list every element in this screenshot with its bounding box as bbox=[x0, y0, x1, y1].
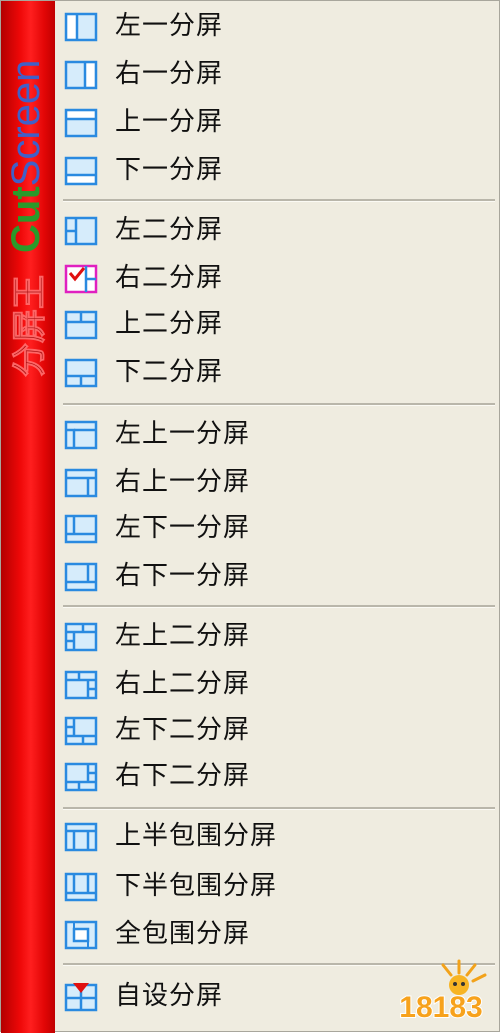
brand-logo: CutScreen 分屏王 bbox=[4, 60, 51, 378]
menu-item-label: 左上一分屏 bbox=[115, 419, 251, 449]
menu-item-label: 下半包围分屏 bbox=[115, 871, 278, 901]
watermark-logo: 18183 bbox=[398, 959, 487, 1025]
menu-item-label: 下二分屏 bbox=[115, 357, 224, 387]
menu-item-top-left-1[interactable]: 左上一分屏 bbox=[55, 411, 499, 457]
menu-item-top-left-2[interactable]: 左上二分屏 bbox=[55, 613, 499, 659]
menu-item-left-2[interactable]: 左二分屏 bbox=[55, 207, 499, 253]
menu-item-bottom-half-wrap[interactable]: 下半包围分屏 bbox=[55, 863, 499, 909]
menu-items: 左一分屏右一分屏上一分屏下一分屏左二分屏右二分屏上二分屏下二分屏左上一分屏右上一… bbox=[55, 1, 499, 1031]
menu-item-bottom-left-2[interactable]: 左下二分屏 bbox=[55, 707, 499, 753]
brand-sidebar: CutScreen 分屏王 bbox=[1, 1, 55, 1033]
split-custom-icon bbox=[63, 981, 99, 1013]
split-top-half-wrap-icon bbox=[63, 821, 99, 853]
menu-separator bbox=[63, 199, 495, 202]
svg-text:分屏王: 分屏王 bbox=[10, 275, 50, 377]
menu-item-left-1[interactable]: 左一分屏 bbox=[55, 3, 499, 49]
split-bottom-left-one-icon bbox=[63, 513, 99, 545]
split-right-two-icon bbox=[63, 263, 99, 295]
split-top-one-icon bbox=[63, 107, 99, 139]
split-bottom-left-two-icon bbox=[63, 715, 99, 747]
split-bottom-one-icon bbox=[63, 155, 99, 187]
menu-item-top-half-wrap[interactable]: 上半包围分屏 bbox=[55, 813, 499, 859]
menu-item-label: 左一分屏 bbox=[115, 11, 224, 41]
menu-item-label: 右下一分屏 bbox=[115, 561, 251, 591]
menu-item-label: 下一分屏 bbox=[115, 155, 224, 185]
menu-item-bottom-right-2[interactable]: 右下二分屏 bbox=[55, 753, 499, 799]
menu-item-top-2[interactable]: 上二分屏 bbox=[55, 301, 499, 347]
split-top-two-icon bbox=[63, 309, 99, 341]
menu-item-label: 左上二分屏 bbox=[115, 621, 251, 651]
menu-item-right-1[interactable]: 右一分屏 bbox=[55, 51, 499, 97]
menu-item-label: 右上二分屏 bbox=[115, 669, 251, 699]
brand-text-cut: CutScreen bbox=[4, 60, 48, 253]
split-bottom-right-two-icon bbox=[63, 761, 99, 793]
brand-chinese-logo: 分屏王 bbox=[10, 275, 51, 378]
menu-item-label: 右一分屏 bbox=[115, 59, 224, 89]
menu-item-label: 上一分屏 bbox=[115, 107, 224, 137]
menu-item-label: 上半包围分屏 bbox=[115, 821, 278, 851]
menu-item-bottom-1[interactable]: 下一分屏 bbox=[55, 147, 499, 193]
menu-item-top-1[interactable]: 上一分屏 bbox=[55, 99, 499, 145]
menu-item-bottom-right-1[interactable]: 右下一分屏 bbox=[55, 553, 499, 599]
split-top-left-one-icon bbox=[63, 419, 99, 451]
menu-item-label: 右上一分屏 bbox=[115, 467, 251, 497]
split-bottom-half-wrap-icon bbox=[63, 871, 99, 903]
menu-item-right-2[interactable]: 右二分屏 bbox=[55, 255, 499, 301]
split-full-wrap-icon bbox=[63, 919, 99, 951]
menu-item-label: 右二分屏 bbox=[115, 263, 224, 293]
menu-item-label: 左下一分屏 bbox=[115, 513, 251, 543]
split-left-two-icon bbox=[63, 215, 99, 247]
split-screen-menu: CutScreen 分屏王 左一分屏右一分屏上一分屏下一分屏左二分屏右二分屏上二… bbox=[0, 0, 500, 1033]
split-bottom-two-icon bbox=[63, 357, 99, 389]
menu-item-label: 右下二分屏 bbox=[115, 761, 251, 791]
menu-item-label: 全包围分屏 bbox=[115, 919, 251, 949]
menu-item-top-right-1[interactable]: 右上一分屏 bbox=[55, 459, 499, 505]
menu-separator bbox=[63, 605, 495, 608]
menu-separator bbox=[63, 807, 495, 810]
menu-item-bottom-left-1[interactable]: 左下一分屏 bbox=[55, 505, 499, 551]
menu-item-full-wrap[interactable]: 全包围分屏 bbox=[55, 911, 499, 957]
menu-item-top-right-2[interactable]: 右上二分屏 bbox=[55, 661, 499, 707]
menu-item-label: 上二分屏 bbox=[115, 309, 224, 339]
menu-item-label: 左二分屏 bbox=[115, 215, 224, 245]
menu-item-label: 左下二分屏 bbox=[115, 715, 251, 745]
split-top-right-one-icon bbox=[63, 467, 99, 499]
menu-item-label: 自设分屏 bbox=[115, 981, 224, 1011]
split-bottom-right-one-icon bbox=[63, 561, 99, 593]
split-top-left-two-icon bbox=[63, 621, 99, 653]
split-right-one-icon bbox=[63, 59, 99, 91]
split-top-right-two-icon bbox=[63, 669, 99, 701]
menu-separator bbox=[63, 403, 495, 406]
menu-item-bottom-2[interactable]: 下二分屏 bbox=[55, 349, 499, 395]
split-left-one-icon bbox=[63, 11, 99, 43]
watermark-text: 18183 bbox=[399, 991, 482, 1024]
